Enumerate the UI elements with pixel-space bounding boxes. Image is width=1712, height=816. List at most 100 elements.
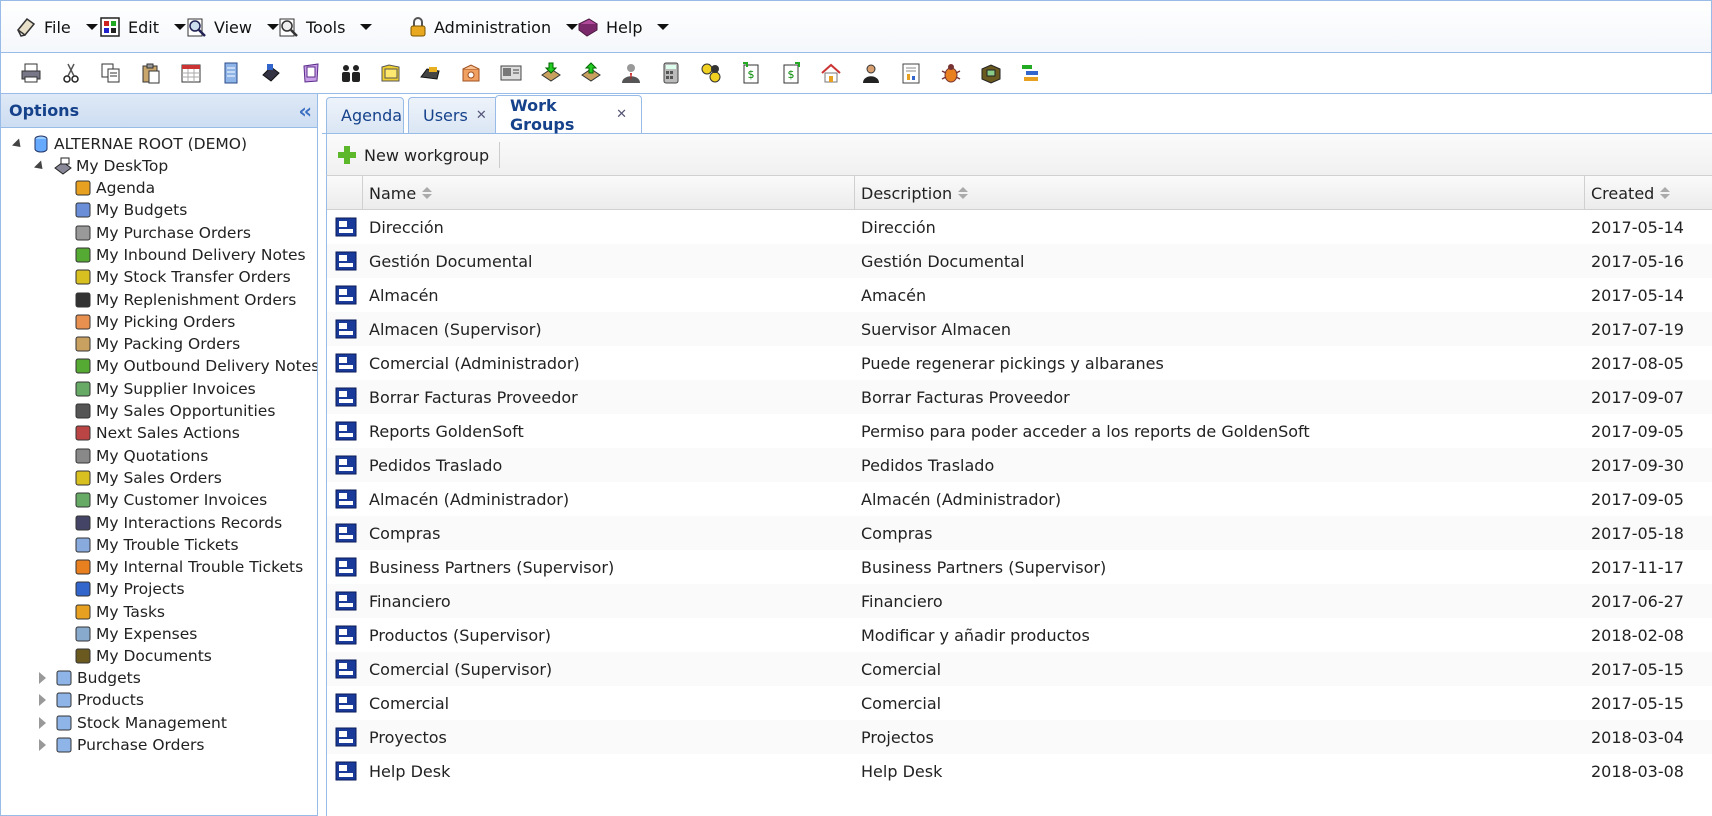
tree-item-desktop[interactable]: My Expenses — [73, 622, 197, 646]
folder-icon[interactable] — [379, 61, 403, 85]
calendar-icon[interactable] — [179, 61, 203, 85]
calculator-icon[interactable] — [659, 61, 683, 85]
menu-help[interactable]: Help — [577, 16, 670, 38]
tree-item-desktop[interactable]: Agenda — [73, 176, 155, 200]
tree-item-desktop[interactable]: My Outbound Delivery Notes — [73, 354, 317, 378]
table-row[interactable]: Compras Compras 2017-05-18 — [327, 516, 1712, 550]
invoice-icon[interactable]: $ — [739, 61, 763, 85]
cell-created: 2017-05-15 — [1591, 659, 1684, 679]
menu-administration[interactable]: Administration — [409, 16, 579, 38]
expand-toggle-icon[interactable] — [11, 137, 25, 151]
table-row[interactable]: Gestión Documental Gestión Documental 2017… — [327, 244, 1712, 278]
projects-icon[interactable] — [1019, 61, 1043, 85]
tab-work-groups[interactable]: Work Groups ✕ — [495, 95, 642, 134]
table-row[interactable]: Almacén Amacén 2017-05-14 — [327, 278, 1712, 312]
table-row[interactable]: Productos (Supervisor) Modificar y añadir… — [327, 618, 1712, 652]
tree-item-icon — [75, 448, 91, 464]
tree-item-desktop[interactable]: My Interactions Records — [73, 511, 282, 535]
tree-item-module[interactable]: Products — [39, 688, 144, 712]
tree-item-desktop[interactable]: My Sales Orders — [73, 466, 222, 490]
tree-item-desktop[interactable]: My Inbound Delivery Notes — [73, 243, 306, 267]
new-workgroup-button[interactable]: New workgroup — [337, 142, 501, 168]
tree-item-icon — [75, 292, 91, 307]
table-row[interactable]: Almacen (Supervisor) Suervisor Almacen 201… — [327, 312, 1712, 346]
menu-edit[interactable]: Edit — [99, 16, 186, 38]
tree-item-module[interactable]: Budgets — [39, 666, 141, 690]
budget-icon[interactable] — [219, 61, 243, 85]
tree-item-desktop[interactable]: My Budgets — [73, 198, 187, 222]
tree-item-desktop[interactable]: My Stock Transfer Orders — [73, 265, 291, 289]
expand-toggle-icon[interactable] — [39, 694, 46, 707]
house-icon[interactable] — [819, 61, 843, 85]
menu-view[interactable]: View — [185, 16, 279, 38]
sort-icon — [1660, 187, 1671, 199]
tree-item-desktop[interactable]: Next Sales Actions — [73, 421, 240, 445]
table-row[interactable]: Borrar Facturas Proveedor Borrar Facturas… — [327, 380, 1712, 414]
tree-item-desktop[interactable]: My Quotations — [73, 444, 208, 468]
collapse-panel-icon[interactable]: ‹‹ — [299, 99, 313, 123]
bug-icon[interactable] — [939, 61, 963, 85]
table-row[interactable]: Help Desk Help Desk 2018-03-08 — [327, 754, 1712, 788]
table-row[interactable]: Comercial Comercial 2017-05-15 — [327, 686, 1712, 720]
table-row[interactable]: Business Partners (Supervisor) Business P… — [327, 550, 1712, 584]
tree-item-desktop[interactable]: My Sales Opportunities — [73, 399, 275, 423]
tab-agenda[interactable]: Agenda — [326, 97, 404, 133]
expand-toggle-icon[interactable] — [33, 159, 47, 173]
photo-icon[interactable] — [499, 61, 523, 85]
table-row[interactable]: Comercial (Supervisor) Comercial 2017-05-1… — [327, 652, 1712, 686]
paste-icon[interactable] — [139, 61, 163, 85]
table-row[interactable]: Comercial (Administrador) Puede regenerar… — [327, 346, 1712, 380]
menu-file[interactable]: File — [15, 16, 98, 38]
package-icon[interactable] — [459, 61, 483, 85]
person-icon[interactable] — [619, 61, 643, 85]
documents-icon[interactable] — [979, 61, 1003, 85]
tree-item-desktop[interactable]: My Packing Orders — [73, 332, 240, 356]
column-header-created[interactable]: Created — [1585, 176, 1712, 210]
truck-icon[interactable] — [419, 61, 443, 85]
tree-item-desktop[interactable]: My Picking Orders — [73, 310, 235, 334]
tree-item-module[interactable]: Stock Management — [39, 711, 227, 735]
tree-item-desktop[interactable]: My Projects — [73, 577, 185, 601]
delivery-icon[interactable] — [539, 61, 563, 85]
stamp-icon[interactable] — [259, 61, 283, 85]
cell-name: Comercial (Administrador) — [369, 353, 580, 373]
workgroup-icon — [335, 387, 357, 407]
copy-icon[interactable] — [99, 61, 123, 85]
table-row[interactable]: Almacén (Administrador) Almacén (Administ… — [327, 482, 1712, 516]
outbound-icon[interactable] — [579, 61, 603, 85]
close-icon[interactable]: ✕ — [616, 107, 627, 122]
table-row[interactable]: Pedidos Traslado Pedidos Traslado 2017-09-… — [327, 448, 1712, 482]
cell-created: 2017-11-17 — [1591, 557, 1684, 577]
print-icon[interactable] — [19, 61, 43, 85]
tree-item-desktop[interactable]: My Purchase Orders — [73, 221, 251, 245]
close-icon[interactable]: ✕ — [476, 108, 487, 123]
users-icon[interactable] — [339, 61, 363, 85]
expand-toggle-icon[interactable] — [39, 672, 46, 684]
customer-invoice-icon[interactable]: $ — [779, 61, 803, 85]
table-row[interactable]: Proyectos Projectos 2018-03-04 — [327, 720, 1712, 754]
tree-item-desktop[interactable]: My Replenishment Orders — [73, 288, 296, 312]
expand-toggle-icon[interactable] — [39, 738, 46, 751]
tree-item-module[interactable]: Purchase Orders — [39, 733, 204, 757]
cell-name: Proyectos — [369, 727, 447, 747]
tree-item-desktop[interactable]: My Customer Invoices — [73, 488, 267, 512]
tree-item-desktop[interactable]: My Documents — [73, 644, 212, 668]
sales-order-icon[interactable] — [699, 61, 723, 85]
column-header-name[interactable]: Name — [363, 176, 855, 210]
table-row[interactable]: Financiero Financiero 2017-06-27 — [327, 584, 1712, 618]
menu-tools[interactable]: Tools — [277, 16, 373, 38]
contact-icon[interactable] — [859, 61, 883, 85]
tree-item-desktop[interactable]: My Supplier Invoices — [73, 377, 256, 401]
tree-item-desktop[interactable]: My Internal Trouble Tickets — [73, 555, 303, 579]
tree-item-my-desktop[interactable]: My DeskTop — [33, 154, 168, 178]
report-icon[interactable] — [899, 61, 923, 85]
tree-item-root[interactable]: ALTERNAE ROOT (DEMO) — [11, 132, 247, 156]
expand-toggle-icon[interactable] — [39, 716, 46, 729]
tree-item-desktop[interactable]: My Trouble Tickets — [73, 533, 239, 557]
column-header-description[interactable]: Description — [855, 176, 1585, 210]
purchase-icon[interactable] — [299, 61, 323, 85]
table-row[interactable]: Dirección Dirección 2017-05-14 — [327, 210, 1712, 244]
tree-item-desktop[interactable]: My Tasks — [73, 600, 165, 624]
table-row[interactable]: Reports GoldenSoft Permiso para poder acc… — [327, 414, 1712, 448]
cut-icon[interactable] — [59, 61, 83, 85]
